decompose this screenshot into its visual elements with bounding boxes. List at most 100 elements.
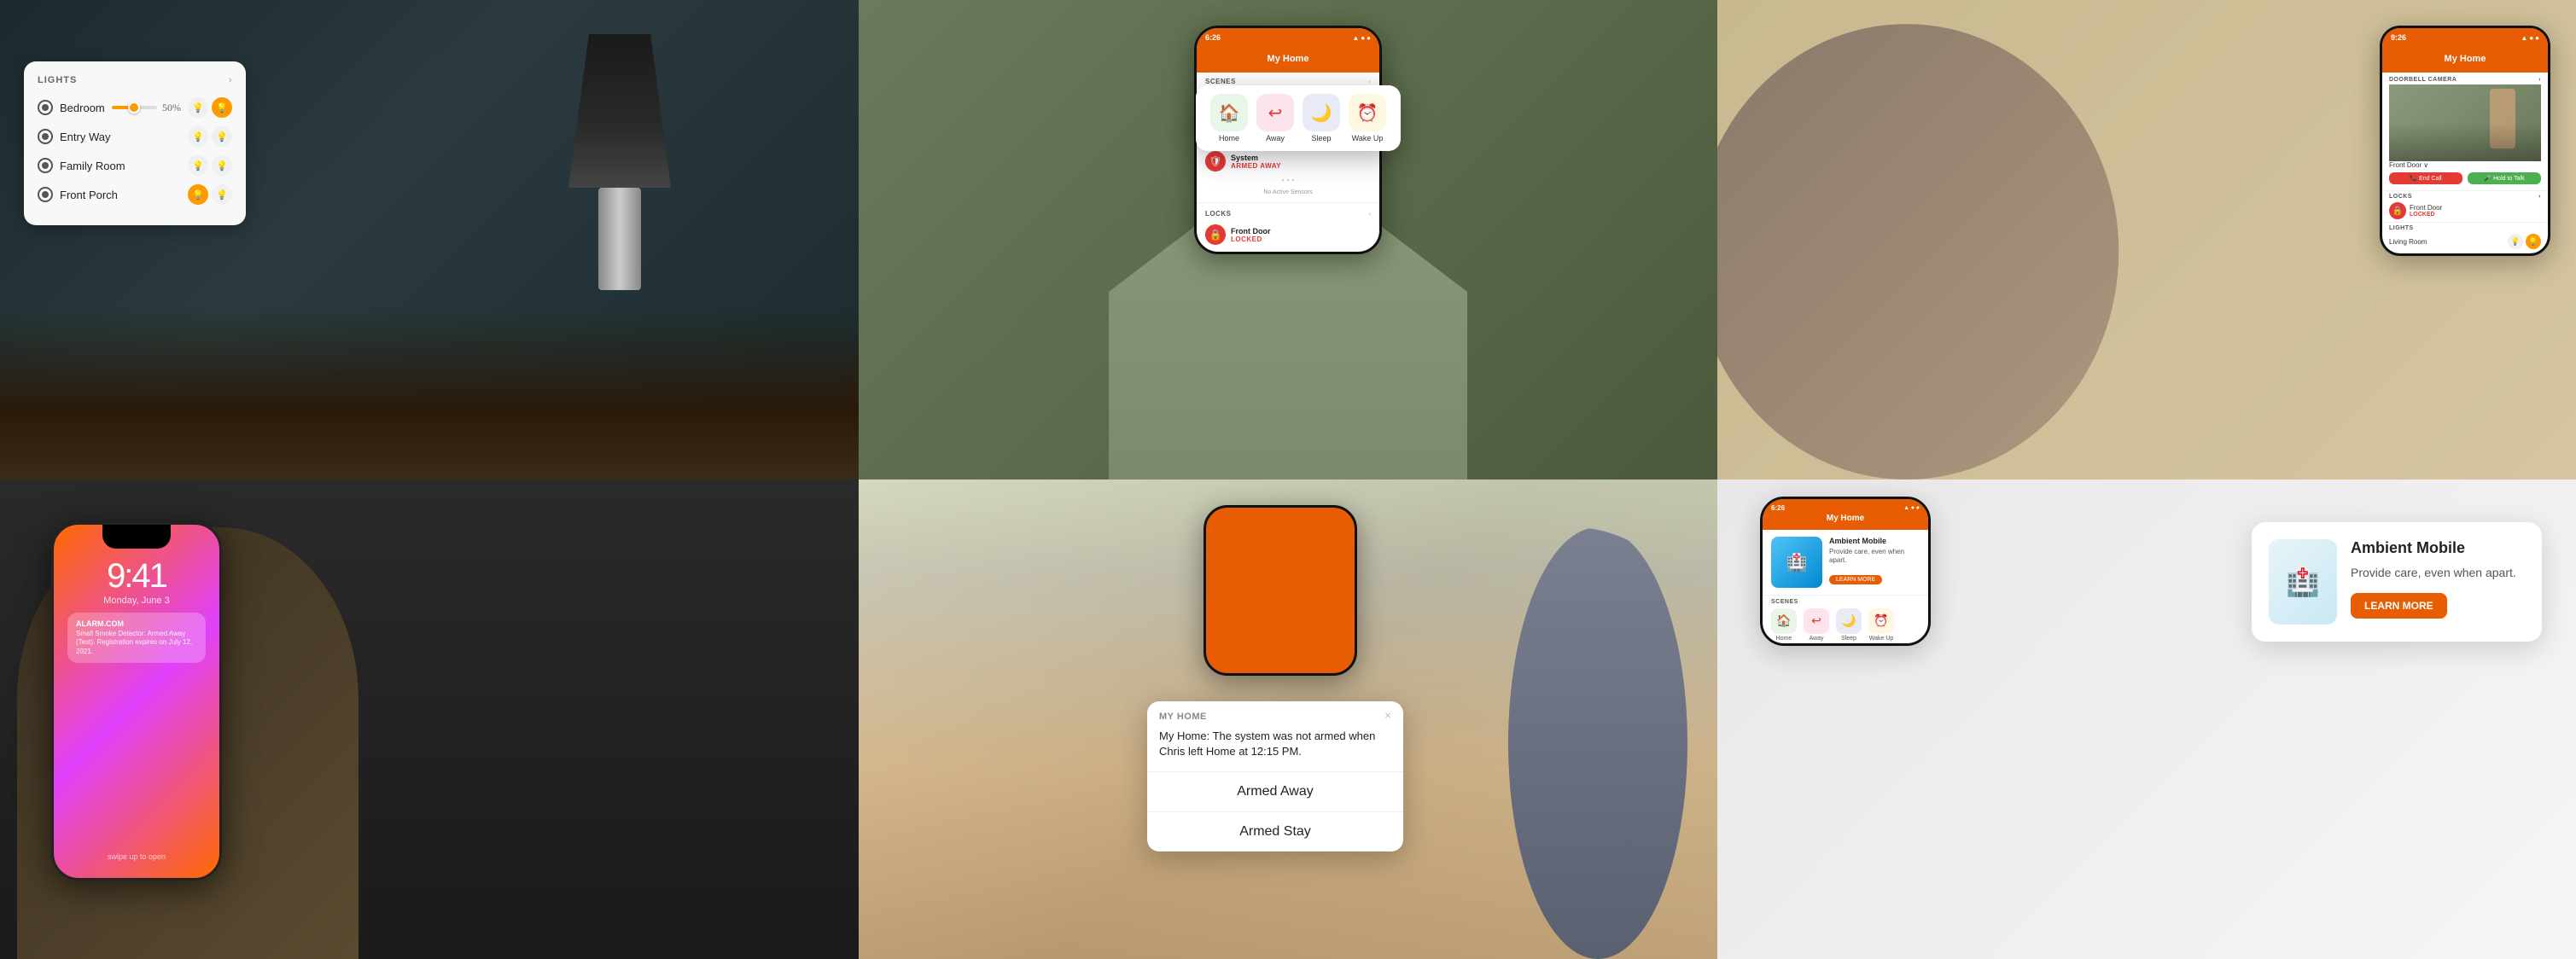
lamp-base	[598, 188, 641, 290]
phone6-status-row: 6:26 ▲ ● ●	[1771, 504, 1920, 512]
security-name: System	[1231, 154, 1281, 162]
doorbell-locks-chevron[interactable]: ›	[2538, 194, 2541, 200]
ambient-card-img: 🏥	[2269, 539, 2337, 625]
cell-lights: LIGHTS › Bedroom 50% 💡 💡 Entry Way	[0, 0, 859, 480]
phone6-sleep-label: Sleep	[1841, 636, 1856, 642]
learn-more-btn-small[interactable]: LEARN MORE	[1829, 575, 1882, 584]
lockscreen-date: Monday, June 3	[67, 596, 206, 606]
locks-section: LOCKS › 🔒 Front Door LOCKED	[1197, 205, 1379, 252]
ambient-tagline-short: Provide care, even when apart.	[1829, 548, 1920, 566]
bedroom-icon-btn-on[interactable]: 💡	[212, 97, 232, 118]
bulb-on[interactable]: 💡	[2526, 234, 2541, 249]
popup-home-label: Home	[1219, 134, 1239, 142]
lockscreen-swipe-hint[interactable]: swipe up to open	[54, 852, 219, 861]
doorbell-lights-row: Living Room 💡 💡	[2389, 234, 2541, 249]
ambient-card-tagline: Provide care, even when apart.	[2351, 565, 2516, 582]
popup-message: My Home: The system was not armed when C…	[1147, 729, 1403, 771]
lockscreen-notch	[102, 525, 171, 549]
ambient-product-name: Ambient Mobile	[1829, 537, 1920, 545]
frontporch-icon-group: 💡 💡	[188, 184, 232, 205]
door-select[interactable]: Front Door ∨	[2389, 161, 2541, 169]
armed-away-button[interactable]: Armed Away	[1147, 772, 1403, 811]
bulb-off[interactable]: 💡	[2508, 234, 2523, 249]
sofa-area	[0, 309, 859, 480]
familyroom-icon-btn-off[interactable]: 💡	[188, 155, 208, 176]
bedroom-light-item: Bedroom 50% 💡 💡	[38, 97, 232, 118]
doorbell-lock-item[interactable]: 🔒 Front Door LOCKED	[2389, 202, 2541, 219]
notification-card[interactable]: ALARM.COM Small Smoke Detector: Armed Aw…	[67, 613, 206, 663]
bedroom-slider-row[interactable]: 50%	[112, 102, 181, 114]
entryway-light-name: Entry Way	[60, 131, 181, 143]
popup-scene-sleep[interactable]: 🌙 Sleep	[1303, 94, 1340, 142]
phone6-home-icon: 🏠	[1771, 608, 1797, 634]
bedroom-slider-track[interactable]	[112, 106, 157, 109]
security-info: System ARMED AWAY	[1231, 154, 1281, 170]
bedroom-icon-group: 💡 💡	[188, 97, 232, 118]
scene-popup-row: 🏠 Home ↩ Away 🌙 Sleep ⏰ Wake Up	[1208, 94, 1389, 142]
bedroom-light-name: Bedroom	[60, 102, 105, 114]
doorbell-bulb-icons: 💡 💡	[2508, 234, 2541, 249]
phone-mockup-notification	[1203, 505, 1357, 676]
learn-more-large-btn[interactable]: LEARN MORE	[2351, 593, 2447, 619]
frontporch-icon-btn-on[interactable]: 💡	[212, 184, 232, 205]
phone6-scenes-label: SCENES	[1771, 599, 1920, 605]
divider-2	[1197, 202, 1379, 203]
security-item[interactable]: 🛡 System ARMED AWAY	[1205, 148, 1371, 175]
bedroom-icon-btn-off[interactable]: 💡	[188, 97, 208, 118]
front-door-select-label: Front Door	[2389, 161, 2422, 169]
lockscreen-content: 9:41 Monday, June 3 ALARM.COM Small Smok…	[54, 549, 219, 678]
phone6-wakeup-icon: ⏰	[1868, 608, 1894, 634]
popup-scene-home[interactable]: 🏠 Home	[1210, 94, 1248, 142]
bedroom-slider-thumb[interactable]	[128, 102, 140, 113]
shield-icon: 🛡	[1205, 151, 1226, 171]
phone-mockup-doorbell: 9:26 ▲ ● ● My Home DOORBELL CAMERA › Fro…	[2380, 26, 2550, 256]
phone6-sleep-icon: 🌙	[1836, 608, 1862, 634]
popup-scene-wakeup[interactable]: ⏰ Wake Up	[1349, 94, 1386, 142]
entryway-icon-btn-on[interactable]: 💡	[212, 126, 232, 147]
phone6-signal-icons: ▲ ● ●	[1903, 504, 1920, 512]
hold-to-talk-label: Hold to Talk	[2493, 176, 2524, 182]
phone-status-icons: ▲ ● ●	[1352, 34, 1371, 42]
entryway-icon-btn-off[interactable]: 💡	[188, 126, 208, 147]
cell-notification: MY HOME × My Home: The system was not ar…	[859, 480, 1717, 959]
doorbell-lights-room: Living Room	[2389, 238, 2427, 246]
ambient-text-col: Ambient Mobile Provide care, even when a…	[1829, 537, 1920, 588]
doorbell-camera-chevron[interactable]: ›	[2538, 77, 2541, 83]
popup-close-button[interactable]: ×	[1384, 710, 1391, 724]
popup-sleep-icon: 🌙	[1303, 94, 1340, 131]
scenes-chevron[interactable]: ›	[1368, 78, 1371, 85]
frontporch-light-icon	[38, 187, 53, 202]
phone5-screen	[1206, 508, 1355, 673]
hold-to-talk-button[interactable]: 🎤 Hold to Talk	[2468, 172, 2541, 184]
phone6-scene-sleep[interactable]: 🌙 Sleep	[1836, 608, 1862, 642]
familyroom-icon-btn-on[interactable]: 💡	[212, 155, 232, 176]
lock-item[interactable]: 🔒 Front Door LOCKED	[1205, 221, 1371, 248]
lights-title: LIGHTS	[38, 75, 77, 85]
doorbell-lock-text: Front Door LOCKED	[2410, 204, 2442, 218]
ambient-card-title: Ambient Mobile	[2351, 539, 2516, 558]
familyroom-icon-group: 💡 💡	[188, 155, 232, 176]
armed-stay-button[interactable]: Armed Stay	[1147, 812, 1403, 851]
chevron-right-icon[interactable]: ›	[228, 73, 232, 87]
locks-chevron[interactable]: ›	[1368, 210, 1371, 218]
popup-away-icon: ↩	[1256, 94, 1294, 131]
lock-icon: 🔒	[1205, 224, 1226, 245]
doorbell-lights-label: LIGHTS	[2389, 225, 2414, 231]
doorbell-camera-feed[interactable]	[2389, 84, 2541, 161]
phone6-scene-away[interactable]: ↩ Away	[1804, 608, 1829, 642]
entryway-icon-group: 💡 💡	[188, 126, 232, 147]
bedroom-light-icon	[38, 100, 53, 115]
cell-doorbell: 9:26 ▲ ● ● My Home DOORBELL CAMERA › Fro…	[1717, 0, 2576, 480]
phone6-scene-home[interactable]: 🏠 Home	[1771, 608, 1797, 642]
bedroom-pct-label: 50%	[162, 102, 181, 114]
entryway-light-icon	[38, 129, 53, 144]
popup-scene-away[interactable]: ↩ Away	[1256, 94, 1294, 142]
doorbell-locks-header: LOCKS ›	[2389, 194, 2541, 200]
doorbell-camera-label: DOORBELL CAMERA	[2389, 77, 2457, 83]
phone6-scene-wakeup[interactable]: ⏰ Wake Up	[1868, 608, 1894, 642]
frontporch-icon-btn-off[interactable]: 💡	[188, 184, 208, 205]
locks-label: LOCKS	[1205, 210, 1232, 218]
phone-app-title: My Home	[1268, 54, 1309, 64]
phone-status-bar: 6:26 ▲ ● ●	[1197, 28, 1379, 47]
end-call-button[interactable]: 📞 End Call	[2389, 172, 2462, 184]
